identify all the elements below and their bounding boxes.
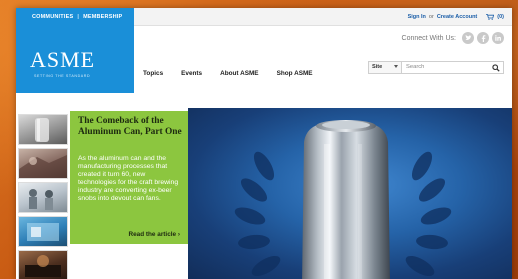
read-article-link[interactable]: Read the article › bbox=[129, 231, 181, 238]
create-account-link[interactable]: Create Account bbox=[437, 14, 477, 20]
top-utility-bar: COMMUNITIES | MEMBERSHIP Sign In or Crea… bbox=[16, 8, 512, 26]
hero-image-aluminum-can[interactable] bbox=[188, 108, 512, 279]
search-input[interactable]: Search bbox=[402, 60, 504, 74]
nav-about-asme[interactable]: About ASME bbox=[211, 58, 267, 88]
search-scope-select[interactable]: Site bbox=[368, 60, 402, 74]
sign-in-link[interactable]: Sign In bbox=[408, 14, 426, 20]
connect-with-us: Connect With Us: bbox=[402, 32, 504, 44]
logo-tagline: SETTING THE STANDARD bbox=[34, 74, 91, 78]
top-blue-tab: COMMUNITIES | MEMBERSHIP bbox=[16, 8, 134, 25]
thumbnail-aluminum-can[interactable] bbox=[18, 114, 68, 145]
twitter-icon[interactable] bbox=[462, 32, 474, 44]
linkedin-icon[interactable] bbox=[492, 32, 504, 44]
article-thumbnail-list bbox=[18, 114, 68, 279]
featured-article-title[interactable]: The Comeback of the Aluminum Can, Part O… bbox=[78, 116, 182, 137]
thumbnail-workers[interactable] bbox=[18, 182, 68, 213]
facebook-icon[interactable] bbox=[477, 32, 489, 44]
asme-logo[interactable]: ASME SETTING THE STANDARD bbox=[16, 25, 134, 93]
aluminum-can-image bbox=[302, 120, 390, 279]
chevron-down-icon bbox=[394, 64, 398, 70]
search-icon[interactable] bbox=[492, 63, 500, 74]
cart-icon[interactable] bbox=[486, 13, 495, 20]
search-scope-value: Site bbox=[372, 64, 383, 70]
browser-page: COMMUNITIES | MEMBERSHIP Sign In or Crea… bbox=[16, 8, 512, 279]
nav-shop-asme[interactable]: Shop ASME bbox=[268, 58, 322, 88]
nav-topics[interactable]: Topics bbox=[134, 58, 172, 88]
thumbnail-industrial[interactable] bbox=[18, 250, 68, 279]
nav-events[interactable]: Events bbox=[172, 58, 211, 88]
featured-article-card[interactable]: The Comeback of the Aluminum Can, Part O… bbox=[70, 111, 188, 244]
thumbnail-engineering-graphic[interactable] bbox=[18, 216, 68, 247]
search-placeholder: Search bbox=[406, 64, 425, 70]
separator: | bbox=[77, 13, 80, 20]
membership-link[interactable]: MEMBERSHIP bbox=[83, 14, 122, 20]
logo-wordmark: ASME bbox=[30, 47, 96, 72]
or-text: or bbox=[428, 13, 434, 20]
cart-count[interactable]: (0) bbox=[497, 14, 504, 20]
connect-label: Connect With Us: bbox=[401, 34, 456, 42]
account-links: Sign In or Create Account (0) bbox=[408, 8, 504, 25]
main-navigation: Topics Events About ASME Shop ASME bbox=[134, 58, 322, 88]
communities-link[interactable]: COMMUNITIES bbox=[32, 14, 73, 20]
search-bar: Site Search bbox=[368, 60, 504, 74]
thumbnail-machinery[interactable] bbox=[18, 148, 68, 179]
featured-article-summary: As the aluminum can and the manufacturin… bbox=[78, 155, 179, 203]
